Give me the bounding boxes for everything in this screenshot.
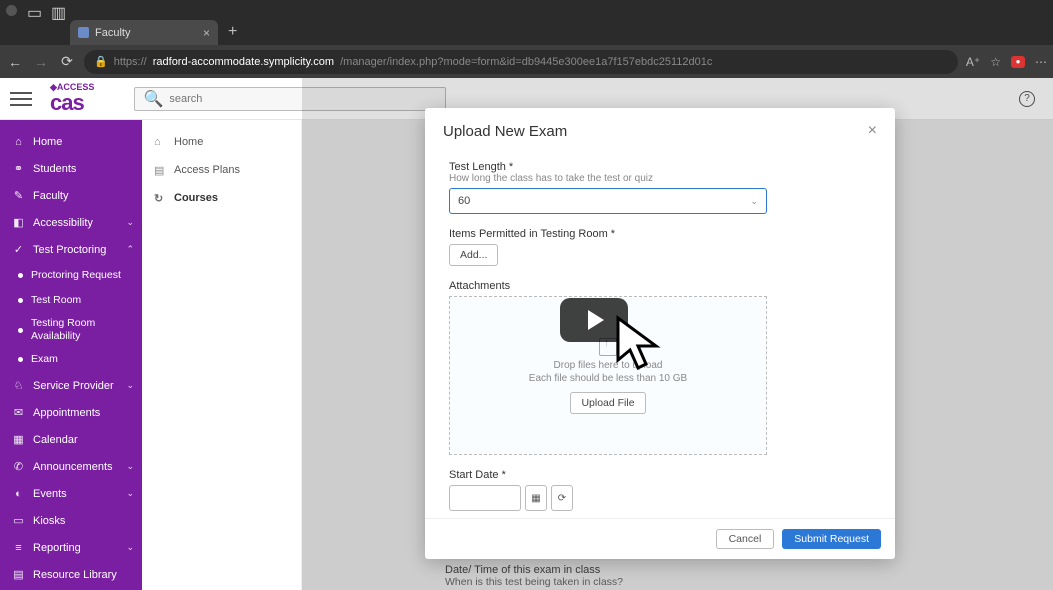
primary-sidebar: ⌂Home ⚭Students ✎Faculty ◧Accessibility⌄… [0,78,142,590]
chevron-down-icon: ⌄ [750,196,758,207]
calendar-icon: ▦ [12,433,25,446]
home-icon: ⌂ [12,135,25,148]
reporting-icon: ≡ [12,541,25,554]
sidebar-item-test-proctoring[interactable]: ✓Test Proctoring⌃ [0,236,142,263]
appointments-icon: ✉ [12,406,25,419]
courses-icon: ↻ [154,192,166,205]
sidebar-sub-proctoring-request[interactable]: Proctoring Request [0,263,142,288]
address-bar: ← → ⟳ 🔒 https:// radford-accommodate.symp… [0,45,1053,78]
new-tab-button[interactable]: + [218,23,247,45]
plans-icon: ▤ [154,164,166,177]
sidebar-sub-test-room[interactable]: Test Room [0,288,142,313]
chevron-down-icon: ⌄ [126,488,134,499]
sidebar-sub-testing-room-availability[interactable]: Testing Room Availability [0,313,142,347]
panel-icon: ▥ [51,3,65,17]
chevron-down-icon: ⌄ [126,380,134,391]
chevron-down-icon: ⌄ [126,217,134,228]
events-icon: ◐ [12,487,25,500]
sidebar-item-reporting[interactable]: ≡Reporting⌄ [0,534,142,561]
home-icon: ⌂ [154,136,166,148]
sidebar-item-calendar[interactable]: ▦Calendar [0,426,142,453]
close-icon[interactable]: × [203,26,210,40]
chevron-down-icon: ⌄ [126,461,134,472]
start-date-input[interactable] [449,485,521,511]
upload-exam-modal: Upload New Exam × Test Length * How long… [425,108,895,559]
tab-title: Faculty [95,27,130,39]
extension-badge[interactable]: ● [1011,56,1025,68]
sec-nav-access-plans[interactable]: ▤Access Plans [142,156,301,184]
upload-file-button[interactable]: Upload File [570,392,645,414]
sidebar-item-resource-library[interactable]: ▤Resource Library [0,561,142,588]
sidebar-item-events[interactable]: ◐Events⌄ [0,480,142,507]
modal-title: Upload New Exam [443,123,567,140]
sidebar-item-students[interactable]: ⚭Students [0,155,142,182]
provider-icon: ♘ [12,379,25,392]
tab-bar: Faculty × + [0,20,1053,45]
hamburger-icon[interactable] [10,92,32,106]
sidebar-item-service-provider[interactable]: ♘Service Provider⌄ [0,372,142,399]
secondary-nav: ⌂Home ▤Access Plans ↻Courses [142,78,302,590]
check-icon: ✓ [12,243,25,256]
calendar-icon[interactable]: ▦ [525,485,547,511]
url-box[interactable]: 🔒 https:// radford-accommodate.symplicity… [84,50,958,74]
reload-button[interactable]: ⟳ [58,53,76,71]
reset-icon[interactable]: ⟳ [551,485,573,511]
browser-top-bar: ▭ ▥ [0,0,1053,20]
test-length-hint: How long the class has to take the test … [449,173,871,184]
cancel-button[interactable]: Cancel [716,529,775,549]
url-host: radford-accommodate.symplicity.com [153,56,334,68]
menu-icon[interactable]: ⋯ [1035,55,1047,69]
attachments-label: Attachments [449,280,871,292]
library-icon: ▤ [12,568,25,581]
browser-tab[interactable]: Faculty × [70,20,218,45]
back-button[interactable]: ← [6,53,24,71]
sidebar-item-home[interactable]: ⌂Home [0,128,142,155]
favorite-icon[interactable]: ☆ [990,55,1001,69]
add-button[interactable]: Add... [449,244,498,266]
favicon [78,27,89,38]
submit-request-button[interactable]: Submit Request [782,529,881,549]
students-icon: ⚭ [12,162,25,175]
video-play-button[interactable] [560,298,628,342]
sidebar-item-appointments[interactable]: ✉Appointments [0,399,142,426]
workspace-icon: ▭ [27,3,41,17]
start-date-label: Start Date * [449,469,871,481]
search-icon: 🔍 [143,89,163,109]
url-path: /manager/index.php?mode=form&id=db9445e3… [340,56,712,68]
sidebar-item-announcements[interactable]: ✆Announcements⌄ [0,453,142,480]
avatar [6,5,17,16]
test-length-label: Test Length * [449,161,871,173]
forward-button[interactable]: → [32,53,50,71]
test-length-select[interactable]: 60 ⌄ [449,188,767,214]
sidebar-item-kiosks[interactable]: ▭Kiosks [0,507,142,534]
sec-nav-courses[interactable]: ↻Courses [142,184,301,212]
drop-hint-1: Drop files here to upload [554,360,663,371]
chevron-down-icon: ⌄ [126,542,134,553]
items-permitted-label: Items Permitted in Testing Room * [449,228,871,240]
sidebar-item-accessibility[interactable]: ◧Accessibility⌄ [0,209,142,236]
sidebar-sub-exam[interactable]: Exam [0,347,142,372]
logo: ◆ACCESS cas [50,83,94,114]
close-icon[interactable]: × [868,122,877,140]
sidebar-item-faculty[interactable]: ✎Faculty [0,182,142,209]
accessibility-icon: ◧ [12,216,25,229]
drop-hint-2: Each file should be less than 10 GB [529,373,687,384]
kiosks-icon: ▭ [12,514,25,527]
url-prefix: https:// [114,56,147,68]
lock-icon: 🔒 [94,55,108,68]
sec-nav-home[interactable]: ⌂Home [142,128,301,156]
announcements-icon: ✆ [12,460,25,473]
reader-icon[interactable]: A⁺ [966,55,980,69]
faculty-icon: ✎ [12,189,25,202]
chevron-up-icon: ⌃ [126,244,134,255]
